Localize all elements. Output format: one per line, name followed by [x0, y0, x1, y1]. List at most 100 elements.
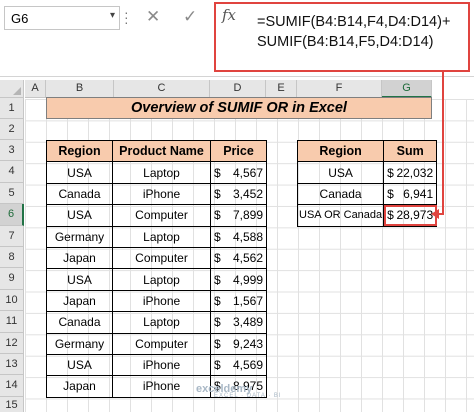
chevron-down-icon[interactable]: ▾ [110, 10, 115, 21]
region-cell[interactable]: Canada [46, 311, 113, 334]
product-cell[interactable]: Laptop [112, 161, 211, 184]
row-header-9[interactable]: 9 [0, 268, 24, 290]
price-cell[interactable]: $4,588 [210, 225, 267, 248]
insert-function-icon[interactable]: fx [222, 6, 236, 24]
region-cell[interactable]: Japan [46, 289, 113, 313]
region-cell[interactable]: Japan [46, 246, 113, 270]
annotation-arrow-line [442, 72, 444, 214]
region-cell[interactable]: Canada [296, 182, 385, 206]
table-row: Germany Computer $9,243 [46, 332, 267, 355]
currency-symbol: $ [214, 186, 221, 201]
price-cell[interactable]: $9,243 [210, 332, 267, 355]
header-sum[interactable]: Sum [383, 139, 438, 163]
sum-cell[interactable]: $6,941 [383, 182, 438, 206]
price-value: 3,452 [232, 186, 263, 201]
price-value: 1,567 [232, 293, 263, 308]
currency-symbol: $ [214, 229, 221, 244]
arrow-left-icon [431, 209, 439, 219]
region-cell[interactable]: USA [296, 161, 385, 184]
region-cell[interactable]: USA OR Canada [296, 204, 385, 227]
header-region[interactable]: Region [296, 139, 385, 163]
name-box-value: G6 [11, 11, 29, 26]
region-cell[interactable]: USA [46, 204, 113, 227]
row-header-2[interactable]: 2 [0, 119, 24, 140]
column-header-g[interactable]: G [382, 80, 432, 98]
row-header-11[interactable]: 11 [0, 311, 24, 333]
region-cell[interactable]: Japan [46, 375, 113, 398]
product-cell[interactable]: Laptop [112, 311, 211, 334]
divider [0, 76, 474, 77]
row-header-15[interactable]: 15 [0, 396, 24, 412]
cancel-icon[interactable]: ✕ [146, 7, 160, 27]
product-cell[interactable]: Laptop [112, 268, 211, 291]
row-header-12[interactable]: 12 [0, 332, 24, 354]
table-header-row: Region Sum [296, 139, 438, 163]
currency-symbol: $ [387, 186, 394, 201]
currency-symbol: $ [214, 358, 221, 373]
price-cell[interactable]: $3,452 [210, 182, 267, 206]
drag-handle-icon[interactable]: · · · [124, 5, 129, 29]
formula-input[interactable]: =SUMIF(B4:B14,F4,D4:D14)+ SUMIF(B4:B14,F… [257, 12, 467, 52]
price-cell[interactable]: $1,567 [210, 289, 267, 313]
table-row: Japan iPhone $1,567 [46, 289, 267, 313]
enter-icon[interactable]: ✓ [183, 7, 197, 27]
sales-table: Region Product Name Price USA Laptop $4,… [46, 139, 267, 398]
price-cell[interactable]: $3,489 [210, 311, 267, 334]
product-cell[interactable]: Computer [112, 332, 211, 355]
region-cell[interactable]: Canada [46, 182, 113, 206]
price-cell[interactable]: $4,562 [210, 246, 267, 270]
product-cell[interactable]: Computer [112, 246, 211, 270]
product-cell[interactable]: Laptop [112, 225, 211, 248]
price-value: 3,489 [232, 315, 263, 330]
region-cell[interactable]: USA [46, 353, 113, 377]
table-row: USA OR Canada $28,973 [296, 204, 438, 227]
price-cell[interactable]: $4,569 [210, 353, 267, 377]
row-header-4[interactable]: 4 [0, 161, 24, 183]
row-header-14[interactable]: 14 [0, 375, 24, 397]
sum-value: 6,941 [403, 186, 434, 201]
row-header-13[interactable]: 13 [0, 354, 24, 376]
row-header-6[interactable]: 6 [0, 204, 24, 226]
price-cell[interactable]: $4,567 [210, 161, 267, 184]
column-header-e[interactable]: E [266, 80, 297, 98]
row-header-3[interactable]: 3 [0, 140, 24, 162]
table-row: Canada $6,941 [296, 182, 438, 206]
price-value: 7,899 [232, 208, 263, 223]
row-header-10[interactable]: 10 [0, 289, 24, 312]
table-row: Canada Laptop $3,489 [46, 311, 267, 334]
column-header-a[interactable]: A [25, 80, 46, 98]
column-header-f[interactable]: F [297, 80, 382, 98]
active-cell-g6[interactable]: $28,973 [383, 204, 438, 227]
sheet-title[interactable]: Overview of SUMIF OR in Excel [46, 97, 432, 119]
select-all-button[interactable] [0, 80, 24, 98]
row-header-1[interactable]: 1 [0, 98, 24, 119]
region-cell[interactable]: USA [46, 268, 113, 291]
price-cell[interactable]: $7,899 [210, 204, 267, 227]
header-product-name[interactable]: Product Name [112, 139, 211, 163]
product-cell[interactable]: iPhone [112, 182, 211, 206]
currency-symbol: $ [214, 208, 221, 223]
region-cell[interactable]: USA [46, 161, 113, 184]
region-cell[interactable]: Germany [46, 225, 113, 248]
column-header-d[interactable]: D [210, 80, 266, 98]
row-header-7[interactable]: 7 [0, 225, 24, 247]
table-row: USA Computer $7,899 [46, 204, 267, 227]
sum-cell[interactable]: $22,032 [383, 161, 438, 184]
price-cell[interactable]: $4,999 [210, 268, 267, 291]
name-box[interactable]: G6 ▾ [4, 6, 120, 30]
column-header-c[interactable]: C [114, 80, 210, 98]
region-cell[interactable]: Germany [46, 332, 113, 355]
row-header-5[interactable]: 5 [0, 182, 24, 205]
table-row: USA Laptop $4,567 [46, 161, 267, 184]
product-cell[interactable]: iPhone [112, 289, 211, 313]
table-row: Germany Laptop $4,588 [46, 225, 267, 248]
formula-bar-area: G6 ▾ · · · ✕ ✓ =SUMIF(B4:B14,F4,D4:D14)+ S… [0, 0, 474, 78]
row-header-8[interactable]: 8 [0, 247, 24, 269]
price-value: 4,562 [232, 251, 263, 266]
currency-symbol: $ [214, 315, 221, 330]
product-cell[interactable]: Computer [112, 204, 211, 227]
column-header-b[interactable]: B [46, 80, 114, 98]
header-region[interactable]: Region [46, 139, 113, 163]
product-cell[interactable]: iPhone [112, 353, 211, 377]
header-price[interactable]: Price [210, 139, 267, 163]
